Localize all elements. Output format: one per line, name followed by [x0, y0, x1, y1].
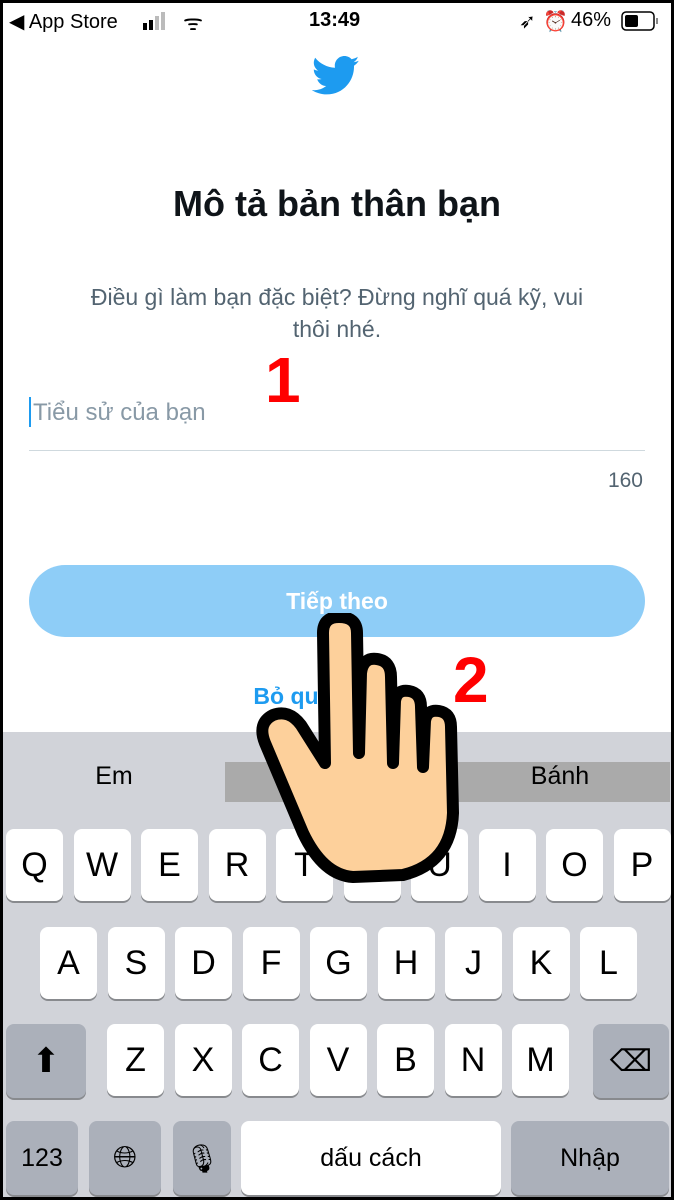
key-p[interactable]: P — [613, 829, 671, 901]
key-f[interactable]: F — [242, 927, 300, 999]
text-caret — [29, 397, 31, 427]
key-k[interactable]: K — [512, 927, 570, 999]
numbers-key[interactable]: 123 — [6, 1121, 78, 1195]
key-s[interactable]: S — [107, 927, 165, 999]
battery-icon — [621, 11, 661, 37]
key-i[interactable]: I — [478, 829, 536, 901]
key-v[interactable]: V — [309, 1024, 367, 1096]
key-l[interactable]: L — [580, 927, 637, 999]
twitter-logo-icon — [311, 55, 360, 102]
bio-placeholder: Tiểu sử của bạn — [33, 399, 206, 426]
key-g[interactable]: G — [310, 927, 367, 999]
key-b[interactable]: B — [377, 1024, 434, 1096]
key-c[interactable]: C — [242, 1024, 299, 1096]
back-to-app-store[interactable]: ◀ App Store — [9, 9, 118, 34]
page-subtitle: Điều gì làm bạn đặc biệt? Đừng nghĩ quá … — [90, 284, 584, 342]
globe-key[interactable]: 🌐︎ — [89, 1121, 161, 1195]
wifi-icon: ᯤ — [183, 10, 204, 35]
annotation-1: 1 — [265, 344, 301, 416]
space-key[interactable]: dấu cách — [241, 1121, 501, 1195]
alarm-icon: ⏰ — [543, 11, 568, 33]
backspace-icon: ⌫ — [609, 1044, 653, 1078]
screen: ◀ App Store ᯤ 13:49 ➶ ⏰ 46% Mô tả bản th… — [3, 3, 671, 1197]
key-o[interactable]: O — [546, 829, 603, 901]
shift-icon: ⬆ — [31, 1042, 61, 1080]
clock: 13:49 — [309, 9, 361, 31]
status-bar: ◀ App Store ᯤ 13:49 ➶ ⏰ 46% — [3, 3, 671, 39]
suggestion-1[interactable]: Em — [3, 762, 225, 791]
signal-icon — [143, 12, 173, 36]
microphone-key[interactable]: 🎙︎ — [173, 1121, 231, 1195]
key-d[interactable]: D — [175, 927, 232, 999]
page-title: Mô tả bản thân bạn — [173, 183, 501, 224]
location-icon: ➶ — [519, 11, 536, 33]
suggestion-3[interactable]: Bánh — [449, 762, 671, 791]
delete-key[interactable]: ⌫ — [593, 1024, 669, 1098]
pointing-hand-icon — [256, 613, 459, 883]
key-m[interactable]: M — [512, 1024, 569, 1096]
character-count: 160 — [607, 469, 643, 492]
key-q[interactable]: Q — [6, 829, 63, 901]
key-n[interactable]: N — [444, 1024, 502, 1096]
return-key[interactable]: Nhập — [511, 1121, 669, 1195]
globe-icon: 🌐︎ — [113, 1141, 137, 1174]
key-h[interactable]: H — [377, 927, 435, 999]
key-j[interactable]: J — [445, 927, 502, 999]
key-w[interactable]: W — [73, 829, 131, 901]
key-z[interactable]: Z — [107, 1024, 164, 1096]
key-e[interactable]: E — [141, 829, 198, 901]
key-a[interactable]: A — [40, 927, 97, 999]
battery-percent: 46% — [571, 9, 612, 31]
key-x[interactable]: X — [174, 1024, 232, 1096]
bio-input[interactable]: Tiểu sử của bạn — [29, 393, 645, 451]
shift-key[interactable]: ⬆ — [6, 1024, 86, 1098]
microphone-icon: 🎙︎ — [184, 1142, 220, 1174]
